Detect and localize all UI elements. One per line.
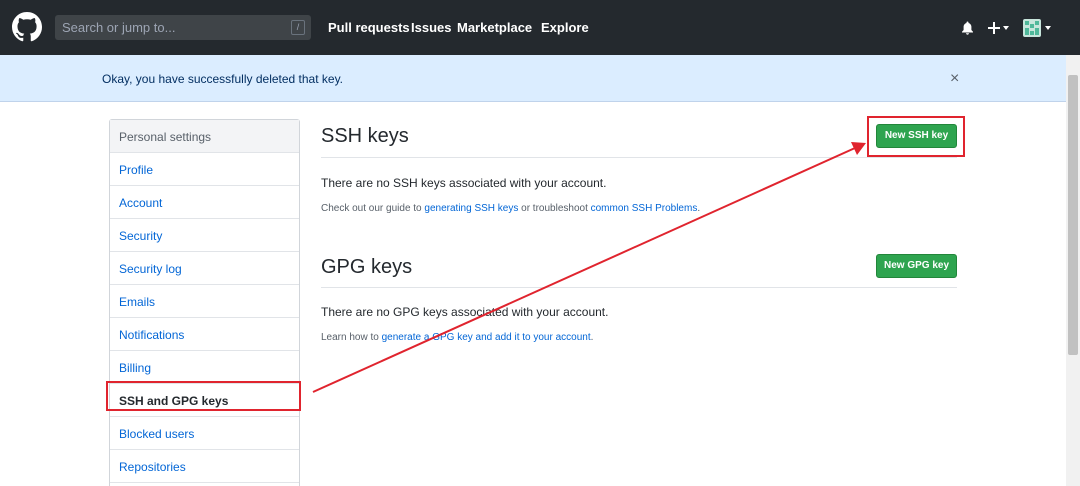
nav-marketplace[interactable]: Marketplace xyxy=(457,20,532,35)
search-box[interactable]: / xyxy=(55,15,311,40)
sidebar-heading: Personal settings xyxy=(110,120,299,153)
flash-close-icon[interactable]: × xyxy=(950,70,959,88)
sidebar-item-notifications[interactable]: Notifications xyxy=(110,318,299,351)
nav-issues[interactable]: Issues xyxy=(411,20,451,35)
settings-sidebar: Personal settings Profile Account Securi… xyxy=(109,119,300,486)
sidebar-item-emails[interactable]: Emails xyxy=(110,285,299,318)
ssh-help-suffix: . xyxy=(697,203,701,214)
avatar[interactable] xyxy=(1023,19,1041,37)
ssh-empty-message: There are no SSH keys associated with yo… xyxy=(321,176,607,190)
flash-message: Okay, you have successfully deleted that… xyxy=(102,72,344,86)
top-header: / Pull requests Issues Marketplace Explo… xyxy=(0,0,1080,55)
search-input[interactable] xyxy=(55,15,285,40)
plus-icon[interactable] xyxy=(988,22,1000,34)
gpg-keys-title: GPG keys xyxy=(321,256,413,278)
avatar-dropdown-caret-icon[interactable] xyxy=(1045,26,1051,30)
gpg-help-prefix: Learn how to xyxy=(321,332,382,343)
slash-shortcut-hint: / xyxy=(291,20,305,35)
generate-gpg-key-link[interactable]: generate a GPG key and add it to your ac… xyxy=(382,332,591,343)
vertical-scrollbar[interactable] xyxy=(1066,55,1080,486)
gpg-empty-message: There are no GPG keys associated with yo… xyxy=(321,305,609,319)
gpg-divider xyxy=(321,287,957,288)
sidebar-item-blocked-users[interactable]: Blocked users xyxy=(110,417,299,450)
bell-icon[interactable] xyxy=(961,21,974,35)
sidebar-item-security-log[interactable]: Security log xyxy=(110,252,299,285)
ssh-help-prefix: Check out our guide to xyxy=(321,203,425,214)
ssh-keys-title: SSH keys xyxy=(321,125,409,147)
annotation-box-new-ssh-key xyxy=(867,116,965,157)
nav-pull-requests[interactable]: Pull requests xyxy=(328,20,410,35)
common-ssh-problems-link[interactable]: common SSH Problems xyxy=(591,203,698,214)
sidebar-item-security[interactable]: Security xyxy=(110,219,299,252)
scrollbar-thumb[interactable] xyxy=(1068,75,1078,355)
gpg-help-suffix: . xyxy=(590,332,594,343)
nav-explore[interactable]: Explore xyxy=(541,20,589,35)
generating-ssh-keys-link[interactable]: generating SSH keys xyxy=(424,203,518,214)
new-gpg-key-button[interactable]: New GPG key xyxy=(876,254,957,278)
sidebar-item-profile[interactable]: Profile xyxy=(110,153,299,186)
plus-dropdown-caret-icon[interactable] xyxy=(1003,26,1009,30)
sidebar-item-account[interactable]: Account xyxy=(110,186,299,219)
ssh-help-mid: or troubleshoot xyxy=(518,203,591,214)
sidebar-item-billing[interactable]: Billing xyxy=(110,351,299,384)
annotation-box-sidebar xyxy=(106,381,301,411)
flash-notice: Okay, you have successfully deleted that… xyxy=(0,55,1066,102)
github-logo-icon[interactable] xyxy=(12,12,42,42)
ssh-divider xyxy=(321,157,957,158)
ssh-help-text: Check out our guide to generating SSH ke… xyxy=(321,203,700,214)
gpg-help-text: Learn how to generate a GPG key and add … xyxy=(321,332,593,343)
sidebar-item-repositories[interactable]: Repositories xyxy=(110,450,299,483)
